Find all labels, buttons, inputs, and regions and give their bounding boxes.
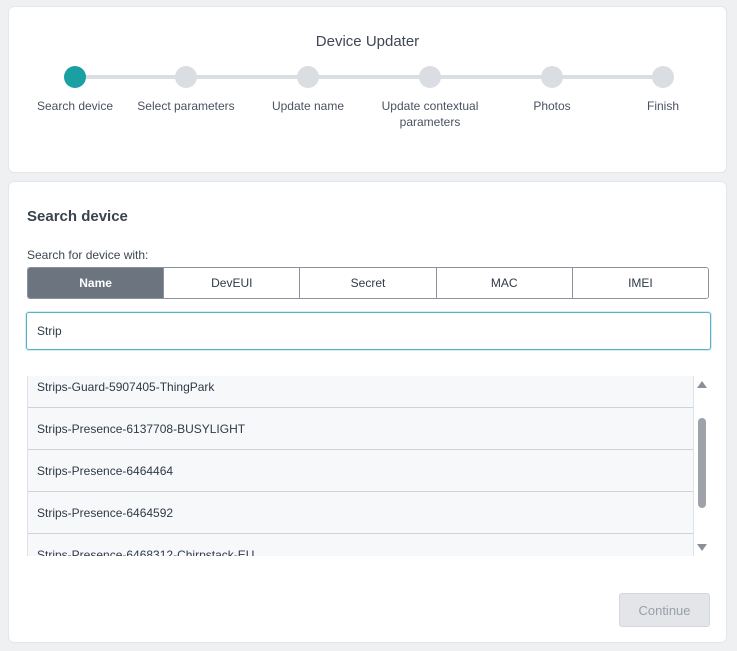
- step-label-update-contextual-parameters: Update contextual parameters: [381, 99, 479, 129]
- search-mode-name[interactable]: Name: [28, 268, 165, 298]
- scroll-thumb[interactable]: [698, 418, 706, 508]
- step-3-dot: [297, 66, 319, 88]
- search-device-card: Search device Search for device with: Na…: [8, 181, 727, 643]
- step-5-dot: [541, 66, 563, 88]
- step-label-finish: Finish: [646, 99, 679, 113]
- step-6-dot: [652, 66, 674, 88]
- search-mode-imei[interactable]: IMEI: [572, 268, 708, 298]
- stepper-card: Device Updater Search device Select para…: [8, 6, 727, 173]
- section-title: Search device: [27, 208, 128, 225]
- search-mode-label: Search for device with:: [27, 248, 149, 262]
- step-label-search-device: Search device: [36, 99, 114, 113]
- search-mode-mac[interactable]: MAC: [436, 268, 573, 298]
- search-mode-selector: Name DevEUI Secret MAC IMEI: [27, 267, 709, 299]
- page-title: Device Updater: [315, 33, 420, 50]
- step-1-dot: [64, 66, 86, 88]
- scroll-up-arrow-icon[interactable]: [697, 381, 707, 388]
- step-4-dot: [419, 66, 441, 88]
- step-label-photos: Photos: [533, 99, 571, 113]
- search-mode-secret[interactable]: Secret: [300, 268, 437, 298]
- list-item[interactable]: Strips-Guard-5907405-ThingPark: [28, 376, 693, 408]
- stepper-track: [77, 75, 667, 79]
- list-item[interactable]: Strips-Presence-6464592: [28, 492, 693, 534]
- list-item[interactable]: Strips-Presence-6464464: [28, 450, 693, 492]
- step-label-select-parameters: Select parameters: [137, 99, 235, 113]
- continue-button[interactable]: Continue: [619, 593, 710, 627]
- scroll-down-arrow-icon[interactable]: [697, 544, 707, 551]
- list-item[interactable]: Strips-Presence-6137708-BUSYLIGHT: [28, 408, 693, 450]
- step-2-dot: [175, 66, 197, 88]
- list-item[interactable]: Strips-Presence-6468312-Chirpstack-EU: [28, 534, 693, 556]
- step-label-update-name: Update name: [271, 99, 345, 113]
- device-search-input[interactable]: [26, 312, 711, 350]
- search-mode-deveui[interactable]: DevEUI: [164, 268, 301, 298]
- results-scrollbar[interactable]: [695, 376, 709, 556]
- results-list: Strips-Guard-5907405-ThingPark Strips-Pr…: [27, 376, 694, 556]
